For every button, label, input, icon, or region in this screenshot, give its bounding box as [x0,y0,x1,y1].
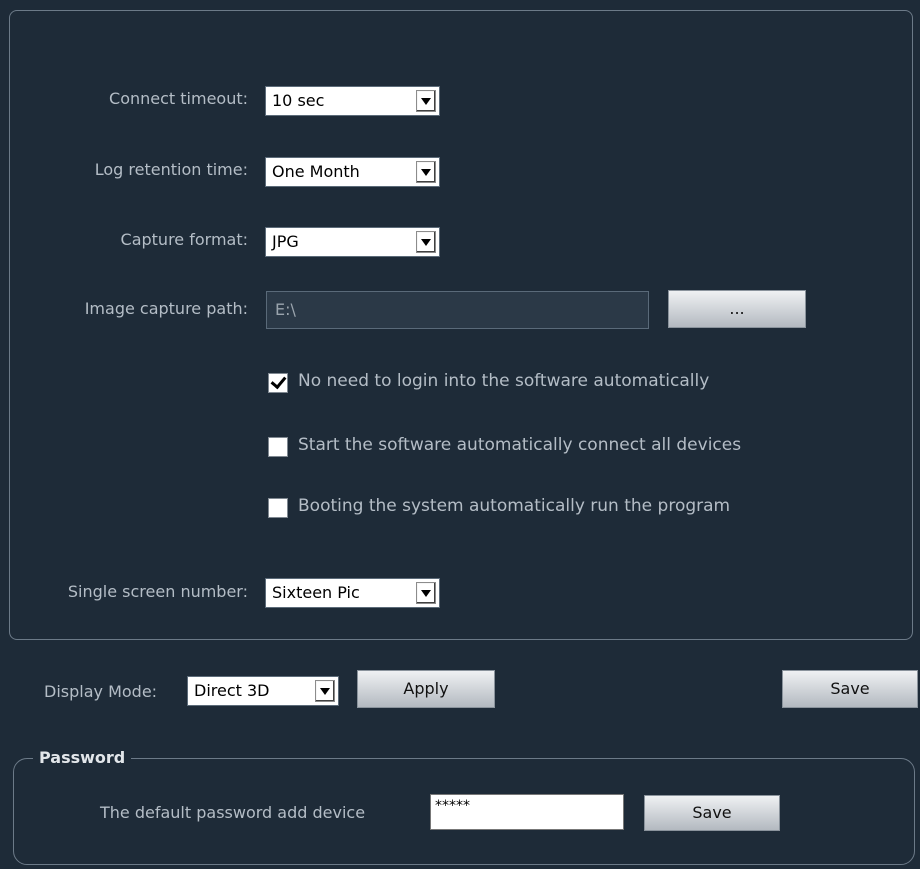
chevron-down-icon[interactable] [416,90,436,112]
default-password-label: The default password add device [100,803,366,822]
apply-button[interactable]: Apply [357,670,495,708]
image-capture-path-label: Image capture path: [84,299,248,318]
connect-timeout-select[interactable]: 10 sec [265,86,440,116]
image-capture-path-input[interactable]: E:\ [266,291,649,329]
single-screen-number-value: Sixteen Pic [272,583,360,602]
chevron-down-icon[interactable] [416,161,436,183]
auto-connect-label: Start the software automatically connect… [298,435,742,455]
browse-path-button[interactable]: ... [668,290,806,328]
display-mode-label: Display Mode: [44,682,158,701]
password-legend: Password [33,748,132,768]
single-screen-number-select[interactable]: Sixteen Pic [265,578,440,608]
single-screen-number-label: Single screen number: [67,582,248,601]
capture-format-select[interactable]: JPG [265,227,440,257]
capture-format-value: JPG [272,232,299,251]
display-mode-value: Direct 3D [194,681,270,700]
default-password-input[interactable]: ***** [430,794,624,830]
capture-format-label: Capture format: [120,230,248,249]
chevron-down-icon[interactable] [315,680,335,702]
auto-login-label: No need to login into the software autom… [298,371,710,391]
save-password-button[interactable]: Save [644,795,780,831]
connect-timeout-label: Connect timeout: [109,89,248,108]
log-retention-select[interactable]: One Month [265,157,440,187]
auto-connect-checkbox[interactable] [268,437,288,457]
auto-login-checkbox[interactable] [268,373,288,393]
chevron-down-icon[interactable] [416,582,436,604]
chevron-down-icon[interactable] [416,231,436,253]
auto-run-label: Booting the system automatically run the… [298,496,731,516]
log-retention-value: One Month [272,162,360,181]
log-retention-label: Log retention time: [94,160,248,179]
connect-timeout-value: 10 sec [272,91,325,110]
display-mode-select[interactable]: Direct 3D [187,676,339,706]
save-display-button[interactable]: Save [782,670,918,708]
auto-run-checkbox[interactable] [268,498,288,518]
